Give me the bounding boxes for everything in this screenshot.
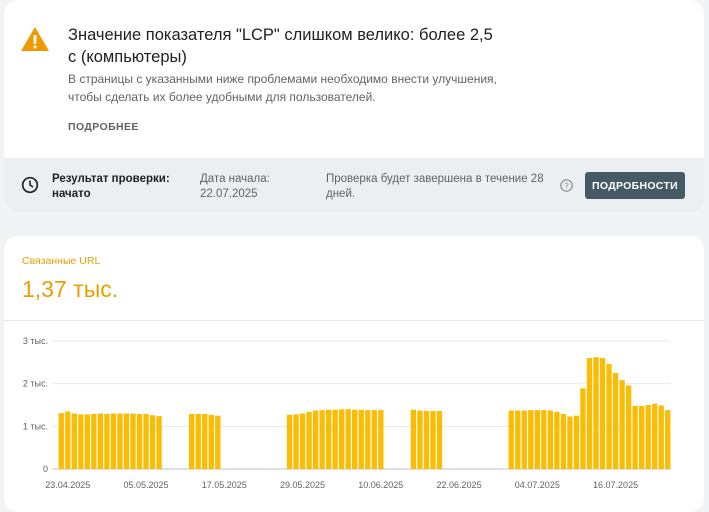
issue-title: Значение показателя "LCP" слишком велико… [68, 26, 493, 66]
chart-bar[interactable] [332, 409, 338, 469]
x-tick-label: 17.05.2025 [202, 480, 247, 490]
warning-icon [21, 27, 49, 51]
chart-bar[interactable] [130, 413, 136, 469]
chart-bar[interactable] [606, 364, 612, 469]
chart-bar[interactable] [417, 410, 423, 469]
chart-bar[interactable] [665, 410, 671, 469]
details-button[interactable]: ПОДРОБНОСТИ [585, 172, 685, 199]
chart-bar[interactable] [573, 415, 580, 469]
chart-bar[interactable] [215, 415, 221, 469]
chart-bar[interactable] [352, 409, 358, 469]
chart-bar[interactable] [91, 413, 97, 469]
chart-bar[interactable] [71, 413, 77, 469]
validation-completion: Проверка будет завершена в течение 28 дн… [326, 173, 544, 200]
y-tick-label: 0 [43, 464, 48, 474]
chart-bar[interactable] [84, 414, 91, 469]
chart-bar[interactable] [293, 414, 299, 469]
chart-bar[interactable] [143, 413, 149, 469]
chart-bar[interactable] [299, 413, 306, 469]
chart-card: Связанные URL 1,37 тыс. 3 тыс. 2 тыс. 1 ты… [4, 236, 704, 512]
chart-bar[interactable] [325, 409, 332, 469]
chart-bar[interactable] [149, 415, 156, 469]
chart-bar[interactable] [625, 385, 632, 469]
chart-bar[interactable] [378, 410, 384, 469]
chart-bar[interactable] [202, 413, 208, 469]
y-tick-label: 1 тыс. [23, 421, 48, 431]
issue-card: Значение показателя "LCP" слишком велико… [4, 0, 704, 212]
chart-bar[interactable] [619, 380, 625, 469]
chart-bar[interactable] [508, 410, 514, 469]
svg-text:?: ? [564, 181, 569, 190]
chart-bar[interactable] [58, 413, 64, 469]
chart-bar[interactable] [306, 411, 312, 469]
chart-bar[interactable] [599, 358, 606, 469]
x-tick-label: 23.04.2025 [45, 480, 90, 490]
chart-bar[interactable] [593, 357, 599, 469]
chart-bar[interactable] [612, 373, 619, 469]
chart-bar[interactable] [110, 413, 117, 469]
chart-bar[interactable] [423, 410, 430, 469]
chart-bar[interactable] [567, 416, 573, 469]
validation-start-date: Дата начала: 22.07.2025 [200, 173, 270, 200]
chart-bar[interactable] [547, 410, 554, 469]
x-tick-label: 22.06.2025 [437, 480, 482, 490]
x-tick-label: 10.06.2025 [358, 480, 403, 490]
chart-bar[interactable] [560, 413, 567, 469]
chart-bar[interactable] [534, 410, 540, 469]
chart-bar[interactable] [652, 403, 658, 469]
chart-bar[interactable] [78, 414, 84, 469]
chart-bar[interactable] [208, 414, 214, 469]
chart-bar[interactable] [638, 405, 645, 469]
y-tick-label: 3 тыс. [23, 336, 48, 346]
validation-status: Результат проверки: начато [52, 173, 170, 200]
urls-label: Связанные URL [22, 255, 101, 267]
chart-bar[interactable] [156, 416, 162, 469]
x-tick-label: 16.07.2025 [593, 480, 638, 490]
chart-bar[interactable] [515, 410, 521, 469]
x-tick-label: 05.05.2025 [124, 480, 169, 490]
chart-bar[interactable] [117, 413, 123, 469]
chart-bar[interactable] [430, 410, 436, 469]
chart-bar[interactable] [136, 413, 143, 469]
x-tick-label: 04.07.2025 [515, 480, 560, 490]
x-tick-label: 29.05.2025 [280, 480, 325, 490]
chart-bar[interactable] [358, 409, 364, 469]
chart-bar[interactable] [286, 414, 293, 469]
urls-count: 1,37 тыс. [22, 276, 119, 302]
validation-status-bar: Результат проверки: начато Дата начала: … [4, 158, 704, 212]
chart-bar[interactable] [410, 409, 417, 469]
help-icon[interactable]: ? [560, 179, 573, 192]
chart-bar[interactable] [97, 413, 104, 469]
chart-bar[interactable] [123, 413, 130, 469]
chart-bar[interactable] [541, 410, 547, 469]
clock-icon [21, 176, 39, 194]
chart-bar[interactable] [319, 410, 325, 469]
chart-bar[interactable] [339, 409, 345, 469]
y-tick-label: 2 тыс. [23, 379, 48, 389]
chart-bar[interactable] [436, 410, 443, 469]
chart-bar[interactable] [312, 410, 319, 469]
chart-bar[interactable] [195, 413, 201, 469]
chart-bar[interactable] [586, 358, 593, 469]
chart-bar[interactable] [104, 413, 110, 469]
learn-more-link[interactable]: ПОДРОБНЕЕ [68, 121, 139, 133]
chart-bar[interactable] [189, 413, 195, 469]
chart-bar[interactable] [632, 405, 638, 469]
chart-bar[interactable] [521, 410, 527, 469]
chart-bar[interactable] [65, 411, 71, 469]
urls-bar-chart: 3 тыс. 2 тыс. 1 тыс. 0 23.04.2025 05.05.2025 1… [23, 336, 671, 490]
chart-bar[interactable] [554, 411, 560, 469]
chart-bar[interactable] [345, 409, 351, 469]
chart-bar[interactable] [365, 410, 371, 469]
chart-bar[interactable] [658, 405, 664, 469]
chart-bar[interactable] [371, 410, 377, 469]
chart-bar[interactable] [528, 410, 534, 469]
issue-description: В страницы с указанными ниже проблемами … [68, 72, 497, 104]
chart-bar[interactable] [645, 405, 651, 469]
chart-bar[interactable] [580, 388, 586, 469]
